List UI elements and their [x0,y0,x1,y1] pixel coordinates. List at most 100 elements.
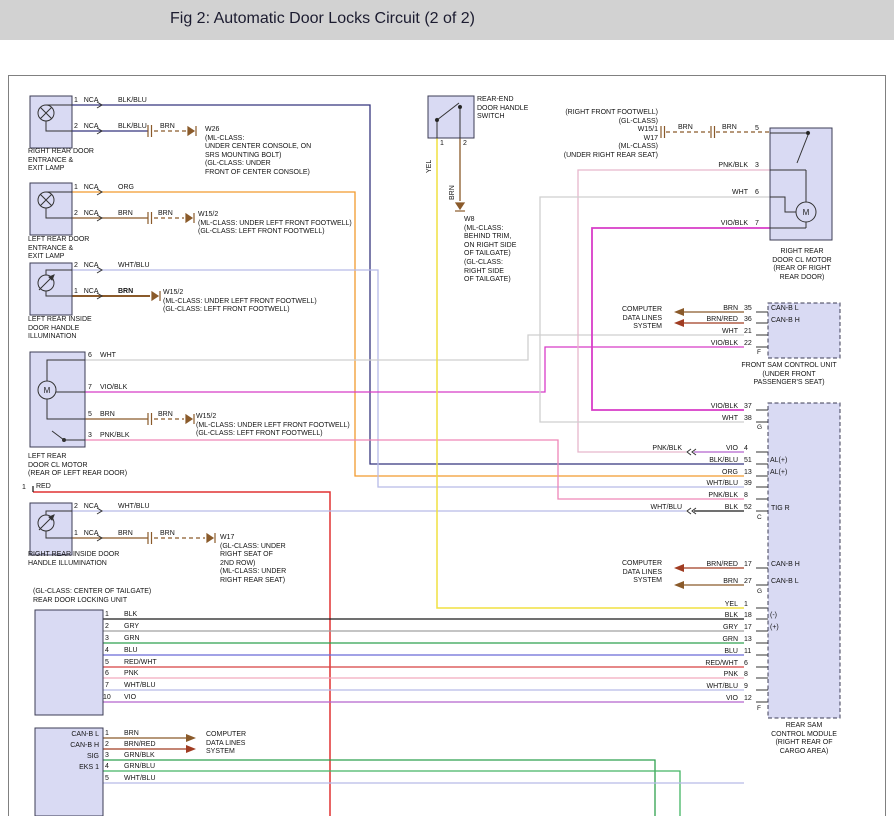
pin-number: 13 [744,469,752,478]
wire-label: BLK [700,504,738,513]
pin-number: 12 [744,695,752,704]
pin-number: 5 [105,775,109,784]
wire-label: GRY [124,623,139,632]
component-boxes [30,96,840,816]
connector-letter: C [757,514,762,523]
wire-label: BRN [722,124,737,133]
wire-label: BRN [678,124,693,133]
pin-number: 1 [744,601,748,610]
pin-label: 2 NCA [74,123,99,132]
wire-label: VIO/BLK [640,403,738,412]
pin-number: 39 [744,480,752,489]
wire-label: BRN/RED [124,741,156,750]
pin-number: 6 [105,670,109,679]
pin-number: 6 [755,189,759,198]
wire-label: PNK/BLK [100,432,130,441]
wire-label: BRN [160,530,175,539]
wire-label: VIO [124,694,136,703]
wire-label: BRN/RED [640,316,738,325]
wire-label: BRN/RED [640,561,738,570]
component-name: RIGHT REAR DOOR ENTRANCE & EXIT LAMP [28,148,94,174]
wire-label: BLK [640,612,738,621]
ground-point-label: W26 (ML-CLASS: UNDER CENTER CONSOLE, ON … [205,126,311,178]
pin-label: 1 NCA [74,530,99,539]
wire-label: WHT/BLU [124,775,156,784]
wire-grn-blu [103,771,680,816]
wire-label: BLK/BLU [118,97,147,106]
wire-label: GRN/BLU [124,763,155,772]
wire-label: RED/WHT [124,659,157,668]
terminal-label: EKS 1 [52,764,99,773]
wire-label: BRN [124,730,139,739]
pin-number: 1 [22,484,26,493]
pin-label: 1 NCA [74,288,99,297]
wire-label: WHT/BLU [124,682,156,691]
pin-number: 4 [105,647,109,656]
terminal-label: CAN-B L [52,731,99,740]
terminal-label: (-) [770,612,777,621]
wire-label: VIO/BLK [640,340,738,349]
wire-label: PNK/BLK [640,492,738,501]
ground-point-label: W17 (GL-CLASS: UNDER RIGHT SEAT OF 2ND R… [220,534,286,586]
connector-letter: F [757,349,761,358]
terminal-label: AL(+) [770,469,787,478]
motor-letter: M [44,386,51,395]
pin-number: 22 [744,340,752,349]
pin-number: 17 [744,624,752,633]
wire-vio-blk-22 [85,347,744,392]
wire-label: VIO [700,445,738,454]
wire-label: BRN [158,411,173,420]
pin-number: 37 [744,403,752,412]
wire-label: BRN [118,210,133,219]
wire-label: WHT/BLU [118,503,150,512]
wire-label: BRN [118,530,133,539]
component-name: REAR SAM CONTROL MODULE (RIGHT REAR OF C… [758,722,850,756]
pin-number: 51 [744,457,752,466]
wire-label: BRN [640,578,738,587]
wire-label: BRN [449,185,458,200]
pin-number: 7 [105,682,109,691]
wire-label: PNK/BLK [600,445,682,454]
connector-letter: F [757,705,761,714]
pin-number: 35 [744,305,752,314]
splice-label: (RIGHT FRONT FOOTWELL) (GL-CLASS) W15/1 … [558,109,658,161]
pin-number: 7 [88,384,92,393]
wire-label: ORG [118,184,134,193]
pin-number: 1 [440,140,444,149]
pin-number: 3 [105,635,109,644]
wire-label: BLK/BLU [640,457,738,466]
pin-label: 2 NCA [74,210,99,219]
motor-lr-box [30,352,85,447]
pin-number: 1 [105,611,109,620]
wire-label: BRN [118,288,133,297]
wire-label: WHT/BLU [640,480,738,489]
wire-label: BRN [158,210,173,219]
wire-label: WHT/BLU [600,504,682,513]
wire-label: BRN [100,411,115,420]
wire-label: BRN [160,123,175,132]
pin-number: 6 [744,660,748,669]
component-name: (GL-CLASS: CENTER OF TAILGATE) REAR DOOR… [33,588,151,605]
pin-number: 7 [755,220,759,229]
wire-label: GRN/BLK [124,752,155,761]
terminal-label: SIG [52,753,99,762]
pin-number: 11 [744,648,751,657]
terminal-label: CAN-B L [771,305,799,314]
pin-number: 6 [88,352,92,361]
wire-label: BLU [640,648,738,657]
pin-number: 3 [88,432,92,441]
wire-label: WHT [664,189,748,198]
wire-label: WHT/BLU [640,683,738,692]
terminal-label: (+) [770,624,779,633]
wire-label: WHT [100,352,116,361]
wire-label: RED/WHT [640,660,738,669]
wire-label: GRN [124,635,140,644]
motor-letter: M [803,208,810,217]
wire-label: VIO [640,695,738,704]
pin-number: 5 [105,659,109,668]
terminal-label: CAN-B L [771,578,799,587]
pin-number: 36 [744,316,752,325]
wire-label: PNK [640,671,738,680]
ground-point-label: W15/2 (ML-CLASS: UNDER LEFT FRONT FOOTWE… [163,289,317,315]
lamp-lr-box [30,183,72,235]
